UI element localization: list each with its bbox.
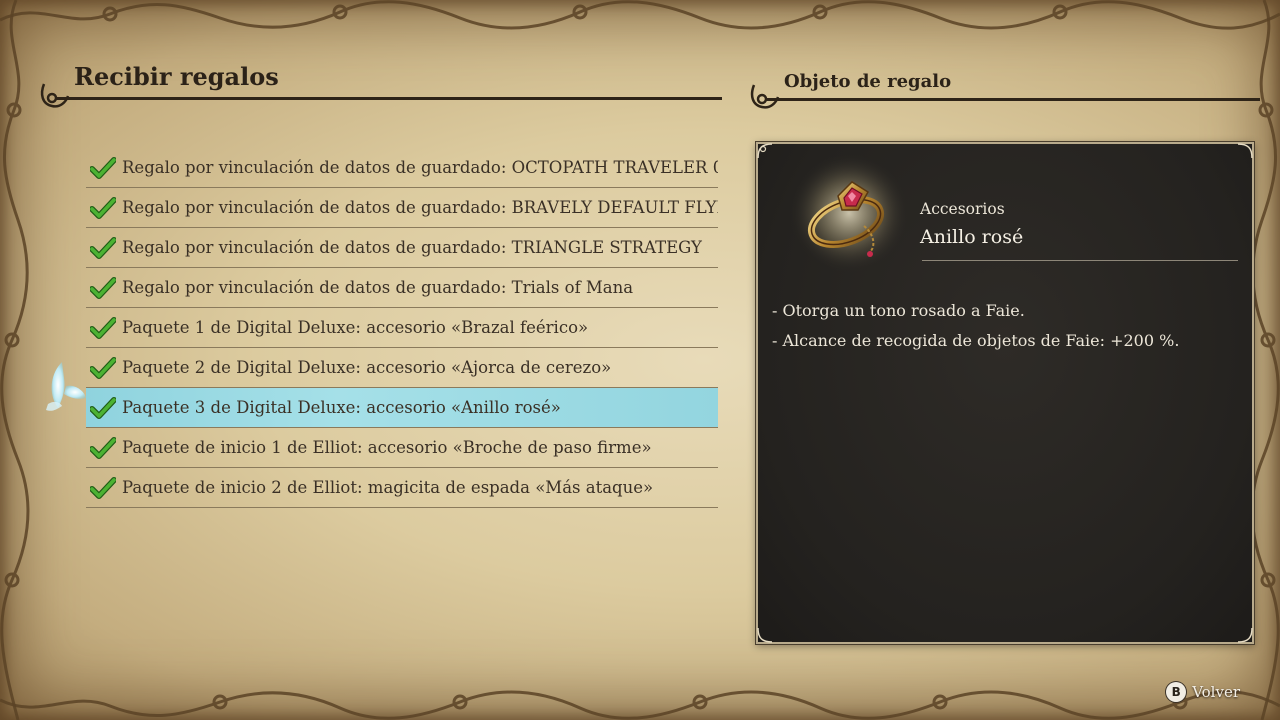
item-effect-line: - Otorga un tono rosado a Faie. [772, 301, 1025, 320]
vine-border-left [0, 0, 30, 720]
item-effects: - Otorga un tono rosado a Faie. - Alcanc… [772, 296, 1179, 356]
gift-list-item[interactable]: Paquete 3 de Digital Deluxe: accesorio «… [86, 388, 718, 428]
gift-list-item[interactable]: Regalo por vinculación de datos de guard… [86, 268, 718, 308]
item-icon-frame [788, 152, 910, 274]
corner-ornament-icon [757, 627, 773, 643]
gift-list-item[interactable]: Regalo por vinculación de datos de guard… [86, 228, 718, 268]
checkmark-icon [86, 156, 120, 179]
checkmark-icon [86, 276, 120, 299]
item-effect-line: - Alcance de recogida de objetos de Faie… [772, 331, 1180, 350]
gift-list: Regalo por vinculación de datos de guard… [86, 148, 718, 508]
corner-ornament-icon [1237, 627, 1253, 643]
gift-label: Paquete de inicio 1 de Elliot: accesorio… [122, 438, 652, 457]
gift-list-item[interactable]: Paquete 1 de Digital Deluxe: accesorio «… [86, 308, 718, 348]
item-category: Accesorios [920, 200, 1005, 218]
back-button[interactable]: B Volver [1166, 682, 1240, 702]
ring-icon [789, 153, 909, 273]
back-label: Volver [1192, 683, 1240, 701]
corner-ornament-icon [757, 143, 773, 159]
corner-ornament-icon [1237, 143, 1253, 159]
panel-title: Objeto de regalo [784, 71, 952, 92]
gift-label: Regalo por vinculación de datos de guard… [122, 238, 702, 257]
vine-border-bottom [0, 690, 1280, 720]
checkmark-icon [86, 396, 120, 419]
fairy-cursor-icon [46, 362, 86, 411]
item-divider [922, 260, 1238, 261]
gift-list-item[interactable]: Regalo por vinculación de datos de guard… [86, 188, 718, 228]
item-name: Anillo rosé [920, 226, 1024, 248]
gift-label: Regalo por vinculación de datos de guard… [122, 198, 718, 217]
vine-border-top [0, 0, 1280, 30]
checkmark-icon [86, 356, 120, 379]
checkmark-icon [86, 196, 120, 219]
gift-list-item[interactable]: Paquete 2 de Digital Deluxe: accesorio «… [86, 348, 718, 388]
gift-list-item[interactable]: Paquete de inicio 2 de Elliot: magicita … [86, 468, 718, 508]
gift-label: Paquete 3 de Digital Deluxe: accesorio «… [122, 398, 561, 417]
gift-label: Paquete 2 de Digital Deluxe: accesorio «… [122, 358, 612, 377]
gift-label: Regalo por vinculación de datos de guard… [122, 158, 718, 177]
checkmark-icon [86, 476, 120, 499]
checkmark-icon [86, 436, 120, 459]
gift-label: Paquete de inicio 2 de Elliot: magicita … [122, 478, 654, 497]
gift-label: Regalo por vinculación de datos de guard… [122, 278, 634, 297]
header-rule [56, 97, 722, 100]
checkmark-icon [86, 236, 120, 259]
item-detail-panel: Accesorios Anillo rosé - Otorga un tono … [756, 142, 1254, 644]
gift-list-item[interactable]: Paquete de inicio 1 de Elliot: accesorio… [86, 428, 718, 468]
page-title: Recibir regalos [74, 62, 279, 91]
checkmark-icon [86, 316, 120, 339]
gift-list-item[interactable]: Regalo por vinculación de datos de guard… [86, 148, 718, 188]
header-rule [766, 98, 1260, 101]
gifts-header: Recibir regalos [38, 60, 722, 108]
b-button-icon: B [1166, 682, 1187, 702]
gift-label: Paquete 1 de Digital Deluxe: accesorio «… [122, 318, 589, 337]
gift-item-header: Objeto de regalo [748, 70, 1260, 109]
